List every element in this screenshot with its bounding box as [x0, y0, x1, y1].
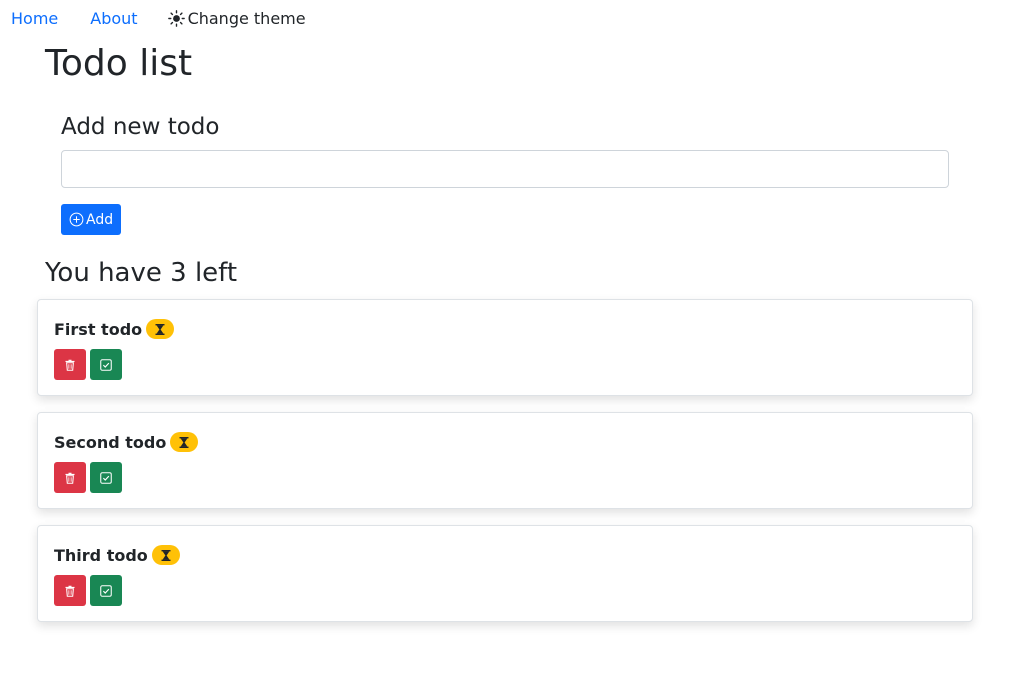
complete-todo-button[interactable]: [90, 575, 122, 606]
add-todo-heading: Add new todo: [61, 114, 220, 140]
pending-badge: [151, 545, 180, 565]
new-todo-input[interactable]: [61, 150, 949, 188]
check-square-icon: [100, 584, 112, 597]
delete-todo-button[interactable]: [54, 462, 86, 493]
pending-badge: [170, 432, 199, 452]
todo-title: Third todo: [54, 545, 148, 565]
page-title: Todo list: [45, 43, 193, 84]
change-theme-button[interactable]: Change theme: [167, 8, 306, 28]
add-button-label: Add: [86, 211, 114, 228]
change-theme-label: Change theme: [187, 8, 306, 28]
check-square-icon: [100, 358, 112, 371]
trash-icon: [65, 472, 75, 484]
trash-icon: [65, 359, 75, 371]
todo-list: First todo Second todo Third todo: [37, 299, 973, 638]
todo-title: First todo: [54, 319, 143, 339]
delete-todo-button[interactable]: [54, 575, 86, 606]
todo-item: Third todo: [37, 525, 973, 622]
add-todo-form: Add new todo Add: [61, 114, 949, 235]
nav-about-link[interactable]: About: [90, 9, 137, 28]
todo-title: Second todo: [54, 432, 167, 452]
todo-item: Second todo: [37, 412, 973, 509]
top-nav: Home About Change theme: [0, 0, 1012, 36]
trash-icon: [65, 585, 75, 597]
pending-badge: [146, 319, 175, 339]
nav-home-link[interactable]: Home: [11, 9, 58, 28]
main-content: Todo list Add new todo Add You have 3 le…: [45, 43, 965, 288]
hourglass-icon: [155, 323, 165, 335]
plus-circle-icon: [69, 212, 84, 227]
add-todo-button[interactable]: Add: [61, 204, 122, 235]
todo-item: First todo: [37, 299, 973, 396]
hourglass-icon: [179, 436, 189, 448]
remaining-count-heading: You have 3 left: [45, 258, 238, 288]
complete-todo-button[interactable]: [90, 462, 122, 493]
check-square-icon: [100, 471, 112, 484]
delete-todo-button[interactable]: [54, 349, 86, 380]
sun-icon: [167, 9, 185, 27]
hourglass-icon: [161, 549, 171, 561]
complete-todo-button[interactable]: [90, 349, 122, 380]
